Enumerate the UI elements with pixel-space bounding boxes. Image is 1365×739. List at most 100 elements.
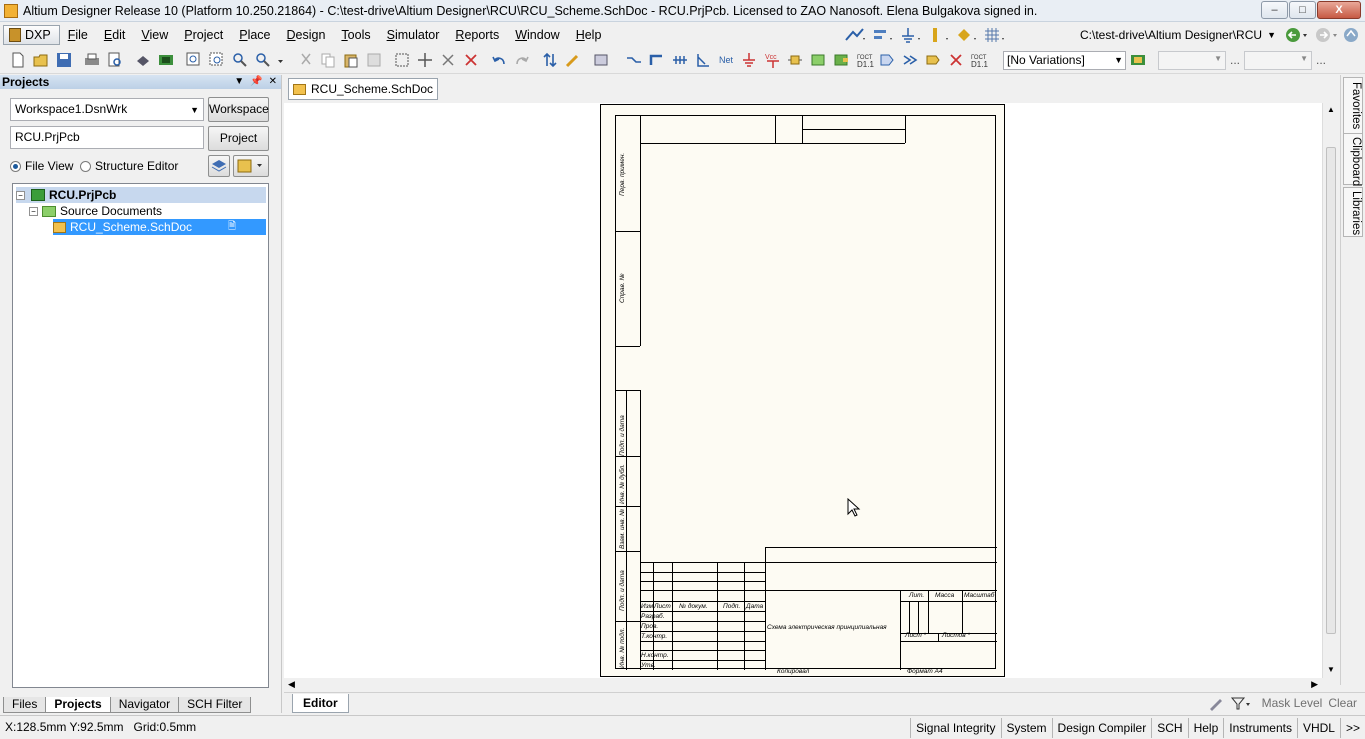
home-icon[interactable] bbox=[1342, 26, 1362, 44]
place-vcc-port-icon[interactable]: Vcc bbox=[764, 52, 784, 68]
move-icon[interactable] bbox=[417, 52, 433, 68]
menu-edit[interactable]: Edit bbox=[96, 23, 134, 47]
tab-sch-filter[interactable]: SCH Filter bbox=[178, 697, 252, 713]
variations-select[interactable]: [No Variations] ▼ bbox=[1003, 51, 1126, 70]
print-icon[interactable] bbox=[84, 52, 100, 68]
up-down-hierarchy-icon[interactable] bbox=[542, 52, 558, 68]
board-icon[interactable] bbox=[158, 52, 174, 68]
place-offsheet-connector-icon[interactable] bbox=[902, 52, 918, 68]
tree-item-project[interactable]: − RCU.PrjPcb bbox=[16, 187, 266, 203]
menu-place[interactable]: Place bbox=[231, 23, 278, 47]
zoom-area-icon[interactable] bbox=[209, 52, 225, 68]
deselect-icon[interactable] bbox=[463, 52, 479, 68]
grids-icon[interactable] bbox=[983, 26, 1007, 44]
simulation-sources-icon[interactable] bbox=[955, 26, 979, 44]
tab-editor[interactable]: Editor bbox=[292, 694, 349, 713]
tree-item-schematic[interactable]: RCU_Scheme.SchDoc 🗎 bbox=[53, 219, 266, 235]
mask-level-button[interactable]: Mask Level bbox=[1262, 696, 1323, 710]
menu-tools[interactable]: Tools bbox=[333, 23, 378, 47]
more-options-2[interactable]: ... bbox=[1316, 53, 1326, 67]
menu-simulator[interactable]: Simulator bbox=[379, 23, 448, 47]
place-wire-icon[interactable] bbox=[626, 52, 642, 68]
schematic-canvas[interactable]: Перв. примен. Справ. № Подп. и дата Инв.… bbox=[284, 103, 1322, 678]
status-instruments[interactable]: Instruments bbox=[1223, 718, 1297, 738]
copy-icon[interactable] bbox=[320, 52, 336, 68]
horizontal-scrollbar[interactable]: ◀ ▶ bbox=[284, 678, 1322, 692]
maximize-button[interactable]: □ bbox=[1289, 1, 1316, 19]
collapse-icon[interactable]: − bbox=[29, 206, 38, 216]
place-gnd-port-icon[interactable] bbox=[741, 52, 757, 68]
menu-view[interactable]: View bbox=[133, 23, 176, 47]
status-sch[interactable]: SCH bbox=[1151, 718, 1187, 738]
zoom-selected-icon[interactable] bbox=[232, 52, 248, 68]
status-more[interactable]: >> bbox=[1339, 718, 1365, 738]
gost-device-icon[interactable]: ГОСТD1.1 bbox=[970, 52, 990, 68]
tree-item-source-documents[interactable]: − Source Documents bbox=[29, 203, 266, 219]
tab-projects[interactable]: Projects bbox=[45, 697, 111, 713]
workspace-button[interactable]: Workspace bbox=[208, 97, 269, 122]
more-options-1[interactable]: ... bbox=[1230, 53, 1240, 67]
status-vhdl[interactable]: VHDL bbox=[1296, 718, 1340, 738]
power-objects-icon[interactable] bbox=[899, 26, 923, 44]
digital-devices-icon[interactable] bbox=[927, 26, 951, 44]
side-tab-favorites[interactable]: Favorites bbox=[1343, 77, 1363, 135]
status-system[interactable]: System bbox=[1000, 718, 1052, 738]
highlight-pen-icon[interactable] bbox=[1208, 695, 1224, 711]
tab-files[interactable]: Files bbox=[3, 697, 47, 713]
panel-menu-icon[interactable]: ▼ bbox=[234, 75, 244, 89]
place-bus-icon[interactable] bbox=[649, 52, 665, 68]
undo-icon[interactable] bbox=[491, 52, 507, 68]
scroll-up-icon[interactable]: ▲ bbox=[1327, 105, 1335, 114]
forward-icon[interactable] bbox=[1314, 26, 1340, 44]
scroll-right-icon[interactable]: ▶ bbox=[1311, 679, 1318, 690]
zoom-fit-icon[interactable] bbox=[186, 52, 202, 68]
place-bus-entry-icon[interactable] bbox=[695, 52, 711, 68]
side-tab-clipboard[interactable]: Clipboard bbox=[1343, 133, 1363, 186]
menu-design[interactable]: Design bbox=[279, 23, 334, 47]
rubber-stamp-icon[interactable] bbox=[366, 52, 382, 68]
place-part-icon[interactable] bbox=[787, 52, 803, 68]
vertical-scroll-thumb[interactable] bbox=[1326, 147, 1336, 634]
panel-close-icon[interactable]: ✕ bbox=[269, 75, 277, 89]
file-view-radio[interactable]: File View bbox=[10, 159, 73, 173]
tab-navigator[interactable]: Navigator bbox=[109, 697, 180, 713]
project-button[interactable]: Project bbox=[208, 126, 269, 151]
select-area-icon[interactable] bbox=[394, 52, 410, 68]
place-signal-harness-icon[interactable] bbox=[672, 52, 688, 68]
status-design-compiler[interactable]: Design Compiler bbox=[1051, 718, 1152, 738]
drawing-tools-icon[interactable] bbox=[843, 26, 867, 44]
close-button[interactable]: X bbox=[1317, 1, 1361, 19]
workspace-options-button[interactable] bbox=[208, 155, 230, 177]
new-document-icon[interactable] bbox=[10, 52, 26, 68]
place-sheet-symbol-icon[interactable] bbox=[810, 52, 826, 68]
variant-management-icon[interactable] bbox=[1130, 52, 1146, 68]
layer-select[interactable]: ▼ bbox=[1158, 51, 1226, 70]
place-no-erc-icon[interactable] bbox=[948, 52, 964, 68]
structure-editor-radio[interactable]: Structure Editor bbox=[80, 159, 178, 173]
clear-button[interactable]: Clear bbox=[1328, 696, 1357, 710]
scroll-down-icon[interactable]: ▼ bbox=[1327, 665, 1335, 674]
cut-icon[interactable] bbox=[298, 52, 314, 68]
place-net-label-icon[interactable]: Net bbox=[718, 52, 738, 68]
place-port-icon[interactable] bbox=[879, 52, 895, 68]
project-options-button[interactable] bbox=[233, 155, 269, 177]
menu-window[interactable]: Window bbox=[507, 23, 567, 47]
project-field[interactable]: RCU.PrjPcb bbox=[10, 126, 204, 149]
menu-file[interactable]: File bbox=[60, 23, 96, 47]
document-path-dropdown[interactable]: C:\test-drive\Altium Designer\RCU ▼ bbox=[1080, 26, 1280, 44]
status-help[interactable]: Help bbox=[1187, 718, 1224, 738]
cross-probe-icon[interactable] bbox=[565, 52, 581, 68]
redo-icon[interactable] bbox=[514, 52, 530, 68]
pin-icon[interactable]: 📌 bbox=[250, 75, 262, 89]
dxp-menu-button[interactable]: DXP bbox=[3, 25, 60, 45]
collapse-icon[interactable]: − bbox=[16, 190, 25, 200]
print-preview-icon[interactable] bbox=[107, 52, 123, 68]
place-harness-connector-icon[interactable] bbox=[925, 52, 941, 68]
filter-icon[interactable] bbox=[1230, 695, 1256, 711]
browse-libraries-icon[interactable] bbox=[593, 52, 609, 68]
minimize-button[interactable]: – bbox=[1261, 1, 1288, 19]
gost-device-sheet-icon[interactable]: ГОСТD1.1 bbox=[856, 52, 876, 68]
open-icon[interactable] bbox=[33, 52, 49, 68]
save-icon[interactable] bbox=[56, 52, 72, 68]
status-signal-integrity[interactable]: Signal Integrity bbox=[910, 718, 1000, 738]
